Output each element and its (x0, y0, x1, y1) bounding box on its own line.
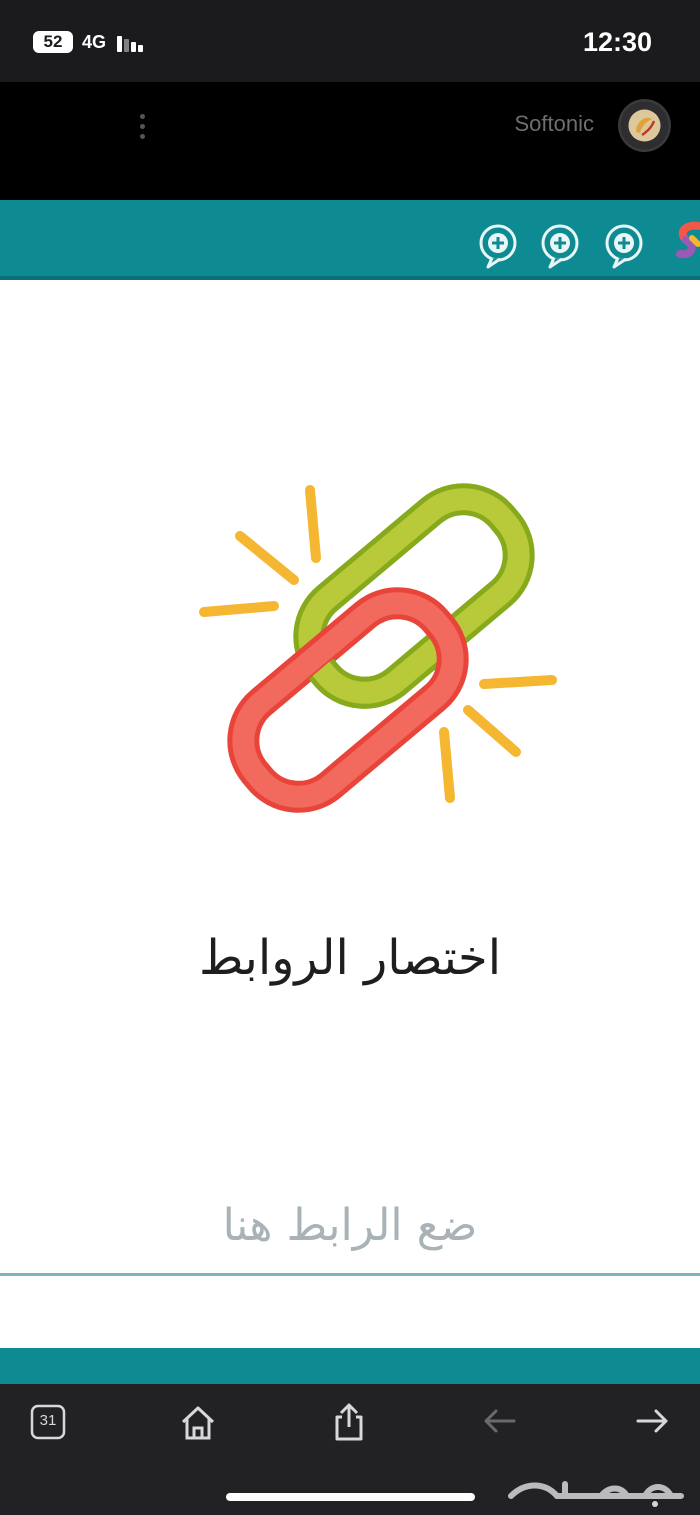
more-options-icon[interactable] (132, 112, 152, 142)
home-icon[interactable] (177, 1401, 221, 1445)
share-icon[interactable] (327, 1401, 371, 1445)
signal-icon (117, 34, 153, 52)
calendar-icon[interactable]: 31 (27, 1401, 71, 1445)
calendar-day: 31 (39, 1412, 57, 1429)
toolbar (0, 200, 700, 280)
s-logo-icon[interactable] (672, 218, 700, 266)
page-title: اختصار الروابط (198, 930, 502, 986)
status-bar: 52 4G 12:30 (0, 0, 700, 82)
home-indicator[interactable] (226, 1493, 475, 1501)
app-logo-avatar[interactable] (618, 99, 671, 152)
footer-bar (0, 1348, 700, 1384)
add-bubble-icon[interactable] (478, 223, 518, 269)
chain-link-illustration (178, 438, 578, 838)
app-name: Softonic (514, 111, 595, 136)
watermark-logo (505, 1470, 685, 1510)
back-arrow-icon[interactable] (478, 1401, 522, 1445)
forward-arrow-icon[interactable] (630, 1401, 674, 1445)
add-bubble-icon[interactable] (540, 223, 580, 269)
app-header (0, 82, 700, 200)
clock: 12:30 (582, 27, 652, 57)
url-input-underline (0, 1273, 700, 1276)
notification-badge: 52 (33, 31, 73, 53)
add-bubble-icon[interactable] (604, 223, 644, 269)
network-type: 4G (82, 32, 107, 52)
url-input[interactable]: ضع الرابط هنا (0, 1200, 700, 1251)
